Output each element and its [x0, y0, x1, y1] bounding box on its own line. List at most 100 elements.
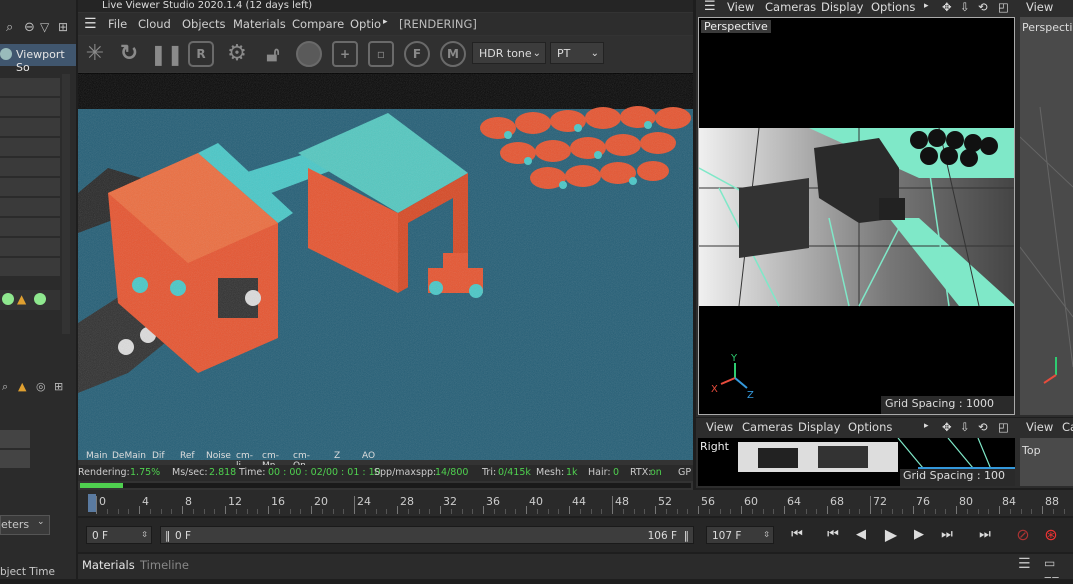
viewport-canvas[interactable]: Right Grid Spacing : 100 cm	[698, 438, 1015, 486]
add-icon[interactable]: ⊞	[58, 20, 68, 34]
menu-display[interactable]: Display	[821, 0, 863, 14]
object-row-tags[interactable]: ▲	[0, 290, 60, 311]
object-row[interactable]	[0, 238, 60, 257]
playhead[interactable]	[88, 494, 96, 512]
aov-tab-noise[interactable]: Noise	[206, 451, 231, 461]
object-row[interactable]	[0, 78, 60, 97]
pan-icon[interactable]: ⇩	[960, 0, 970, 14]
range-end-handle-icon[interactable]: ‖	[684, 527, 689, 545]
menu-cameras[interactable]: Ca	[1062, 420, 1073, 434]
pan-icon[interactable]: ⇩	[960, 420, 970, 434]
material-picker-icon[interactable]: M	[440, 41, 466, 67]
menu-cloud[interactable]: Cloud	[138, 17, 171, 31]
aov-tab-dif[interactable]: Dif	[152, 451, 165, 461]
search-icon[interactable]: ⌕	[6, 20, 13, 35]
next-key-icon[interactable]: ⏭	[936, 525, 958, 545]
range-start-handle-icon[interactable]: ‖	[165, 527, 170, 545]
chevron-right-icon[interactable]: ▸	[924, 1, 929, 11]
play-icon[interactable]: ▶	[880, 525, 902, 545]
object-row[interactable]	[0, 158, 60, 177]
search-icon[interactable]: ⌕	[2, 380, 8, 394]
hamburger-menu-icon[interactable]: ☰	[704, 0, 716, 14]
tab-materials[interactable]: Materials	[82, 558, 135, 572]
aov-tab-main[interactable]: Main	[86, 451, 108, 461]
menu-materials[interactable]: Materials	[233, 17, 286, 31]
record-keys-icon[interactable]: ⊘	[1012, 525, 1034, 545]
material-ball-icon[interactable]	[296, 41, 322, 67]
units-dropdown[interactable]: eters ⌄	[0, 515, 50, 535]
bookmark-icon[interactable]: ⊖	[24, 20, 35, 35]
object-row[interactable]	[0, 258, 60, 277]
kernel-dropdown[interactable]: PT ⌄	[550, 42, 604, 64]
preview-range-slider[interactable]: ‖ 0 F 106 F ‖	[160, 526, 694, 544]
restart-render-icon[interactable]: ↻	[116, 41, 142, 67]
filter-icon[interactable]: ▽	[40, 20, 49, 34]
menu-view[interactable]: View	[1026, 0, 1053, 14]
material-preview-icon[interactable]: ▭ ‒‒	[1044, 556, 1073, 584]
sync-scene-icon[interactable]: ✳	[82, 41, 108, 67]
object-row[interactable]	[0, 118, 60, 137]
autokey-icon[interactable]: ⊛	[1040, 525, 1062, 545]
maximize-view-icon[interactable]: ◰	[998, 420, 1009, 434]
go-to-start-icon[interactable]: ⏮	[786, 525, 808, 545]
timeline-ruler[interactable]: 0 4 8 12 16 20 24 28 32 36 40 44 48 52 56 60 64 68 72 76 80 8…	[78, 490, 1073, 516]
focus-picker-icon[interactable]: F	[404, 41, 430, 67]
warning-icon[interactable]: ▲	[18, 380, 26, 393]
scrollbar[interactable]	[62, 74, 70, 334]
render-view[interactable]	[78, 73, 693, 460]
current-frame-field[interactable]: 0 F ⇳	[86, 526, 152, 544]
tone-mapping-dropdown[interactable]: HDR tone ⌄	[472, 42, 546, 64]
aov-tab-ref[interactable]: Ref	[180, 451, 195, 461]
viewport-canvas[interactable]: Top	[1020, 438, 1073, 486]
aov-tab-z[interactable]: Z	[334, 451, 340, 461]
menu-cameras[interactable]: Cameras	[742, 420, 793, 434]
go-to-end-icon[interactable]: ⏭	[974, 525, 996, 545]
viewport-solo-button[interactable]: Viewport So	[0, 44, 76, 74]
menu-file[interactable]: File	[108, 17, 127, 31]
rotate-view-icon[interactable]: ⟲	[978, 0, 988, 14]
next-frame-icon[interactable]: ▶	[908, 525, 930, 545]
menu-cameras[interactable]: Cameras	[765, 0, 816, 14]
menu-view[interactable]: View	[1026, 420, 1053, 434]
previous-frame-icon[interactable]: ◀	[850, 525, 872, 545]
menu-objects[interactable]: Objects	[182, 17, 225, 31]
tab-timeline[interactable]: Timeline	[140, 558, 189, 572]
attribute-field[interactable]	[0, 450, 30, 468]
previous-key-icon[interactable]: ⏮	[822, 525, 844, 545]
chevron-right-icon[interactable]: ▸	[383, 17, 388, 27]
hamburger-menu-icon[interactable]: ☰	[84, 16, 97, 32]
rotate-view-icon[interactable]: ⟲	[978, 420, 988, 434]
menu-options[interactable]: Optio	[350, 17, 381, 31]
material-tag-icon[interactable]	[2, 293, 14, 305]
chevron-right-icon[interactable]: ▸	[924, 421, 929, 431]
menu-view[interactable]: View	[727, 0, 754, 14]
region-render-icon[interactable]: R	[188, 41, 214, 67]
menu-display[interactable]: Display	[798, 420, 840, 434]
attribute-field[interactable]	[0, 430, 30, 448]
stepper-icon[interactable]: ⇳	[763, 526, 770, 544]
move-view-icon[interactable]: ✥	[942, 420, 952, 434]
add-icon[interactable]: ⊞	[54, 380, 63, 393]
hamburger-menu-icon[interactable]: ☰	[1018, 556, 1031, 572]
viewport-canvas[interactable]: Perspecti	[1020, 17, 1073, 415]
object-row[interactable]	[0, 138, 60, 157]
max-frame-field[interactable]: 107 F ⇳	[706, 526, 774, 544]
warning-tag-icon[interactable]: ▲	[17, 292, 26, 306]
menu-view[interactable]: View	[706, 420, 733, 434]
menu-options[interactable]: Options	[848, 420, 892, 434]
aov-tab-demain[interactable]: DeMain	[112, 451, 146, 461]
object-row[interactable]	[0, 178, 60, 197]
menu-options[interactable]: Options	[871, 0, 915, 14]
menu-compare[interactable]: Compare	[292, 17, 344, 31]
object-row[interactable]	[0, 198, 60, 217]
lock-icon[interactable]: 🔓︎	[260, 41, 286, 67]
settings-gear-icon[interactable]: ⚙	[224, 41, 250, 67]
material-tag-icon[interactable]	[34, 293, 46, 305]
object-row[interactable]	[0, 98, 60, 117]
pause-icon[interactable]: ❚❚	[150, 41, 184, 67]
maximize-view-icon[interactable]: ◰	[998, 0, 1009, 14]
target-icon[interactable]: ◎	[36, 380, 46, 393]
move-view-icon[interactable]: ✥	[942, 0, 952, 14]
aov-tab-ao[interactable]: AO	[362, 451, 375, 461]
clear-region-icon[interactable]: ▫	[368, 41, 394, 67]
